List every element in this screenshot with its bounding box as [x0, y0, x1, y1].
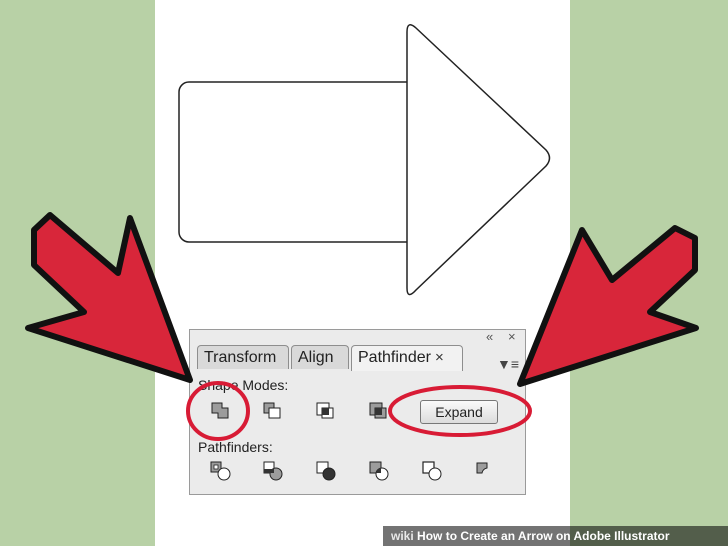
watermark-brand: wiki [391, 529, 414, 543]
wikihow-watermark: wiki How to Create an Arrow on Adobe Ill… [383, 526, 728, 546]
expand-highlight-circle [388, 385, 532, 437]
watermark-title: How to Create an Arrow on Adobe Illustra… [417, 529, 670, 543]
annotation-layer [25, 212, 699, 441]
unite-highlight-circle [186, 381, 250, 441]
left-red-arrow [25, 212, 193, 383]
right-red-arrow [517, 225, 699, 387]
